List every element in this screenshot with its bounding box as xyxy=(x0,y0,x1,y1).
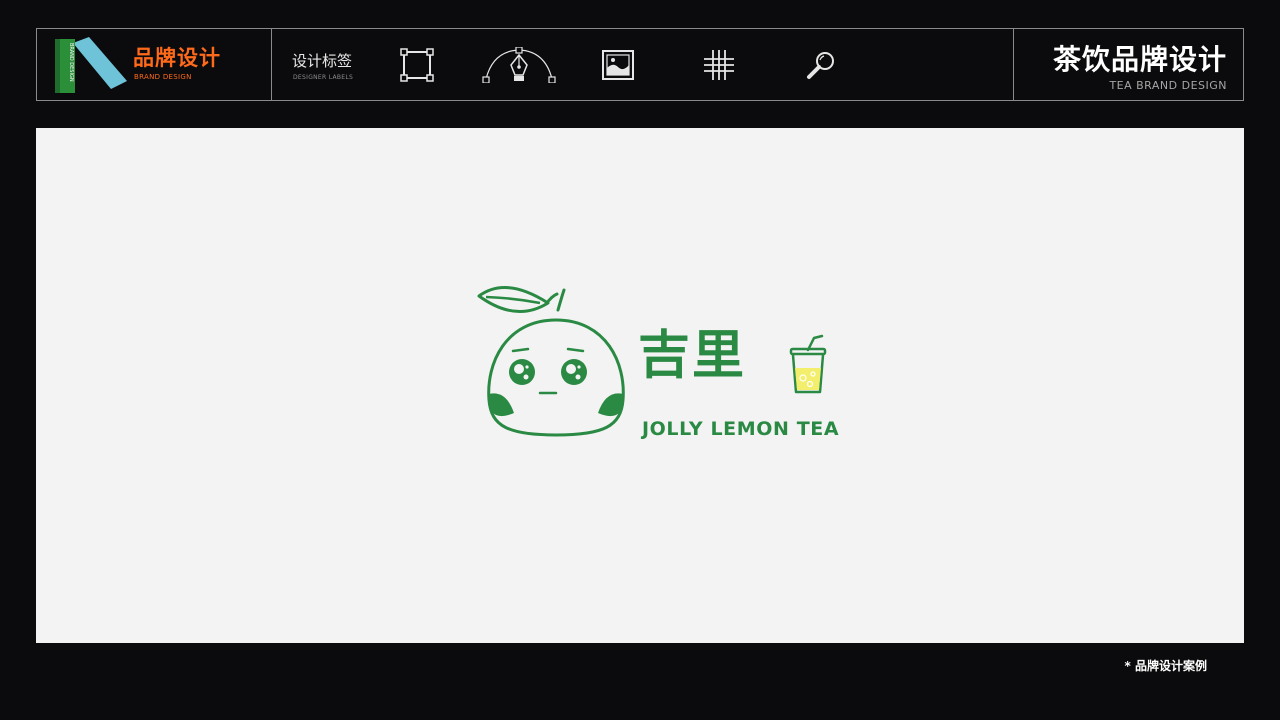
header-divider xyxy=(271,29,272,100)
designer-labels-subtitle: DESIGNER LABELS xyxy=(293,74,354,81)
zoom-tool[interactable] xyxy=(803,47,839,83)
page-title: 茶饮品牌设计 xyxy=(1052,43,1227,76)
brand-name-english: JOLLY LEMON TEA xyxy=(642,418,840,440)
footer-note: * 品牌设计案例 xyxy=(1124,659,1207,673)
image-tool[interactable] xyxy=(600,47,636,83)
brand-logo-spine-text: BRAND DESIGN xyxy=(68,43,74,82)
artboard-icon xyxy=(400,48,434,82)
brand-name-chinese: 吉里 xyxy=(638,326,747,386)
designer-labels-title: 设计标签 xyxy=(292,52,353,70)
zoom-icon xyxy=(807,52,834,79)
grid-icon xyxy=(704,50,734,80)
image-icon xyxy=(602,50,634,80)
header-divider xyxy=(1013,29,1014,100)
lemon-mascot-icon xyxy=(477,286,625,437)
pen-tool-icon xyxy=(482,47,556,83)
page-subtitle: TEA BRAND DESIGN xyxy=(1109,79,1227,92)
brand-title: 品牌设计 xyxy=(133,46,221,70)
artboard-tool[interactable] xyxy=(399,47,435,83)
logo-presentation-canvas: 吉里 JOLLY LEMON TEA xyxy=(36,128,1244,643)
brand-book-logo-icon: BRAND DESIGN xyxy=(55,37,127,93)
brand-subtitle: BRAND DESIGN xyxy=(134,73,192,81)
top-header-bar: BRAND DESIGN 品牌设计 BRAND DESIGN 设计标签 DESI… xyxy=(36,28,1244,101)
lemon-tea-cup-icon xyxy=(789,334,827,394)
grid-tool[interactable] xyxy=(701,47,737,83)
pen-tool[interactable] xyxy=(481,47,557,83)
